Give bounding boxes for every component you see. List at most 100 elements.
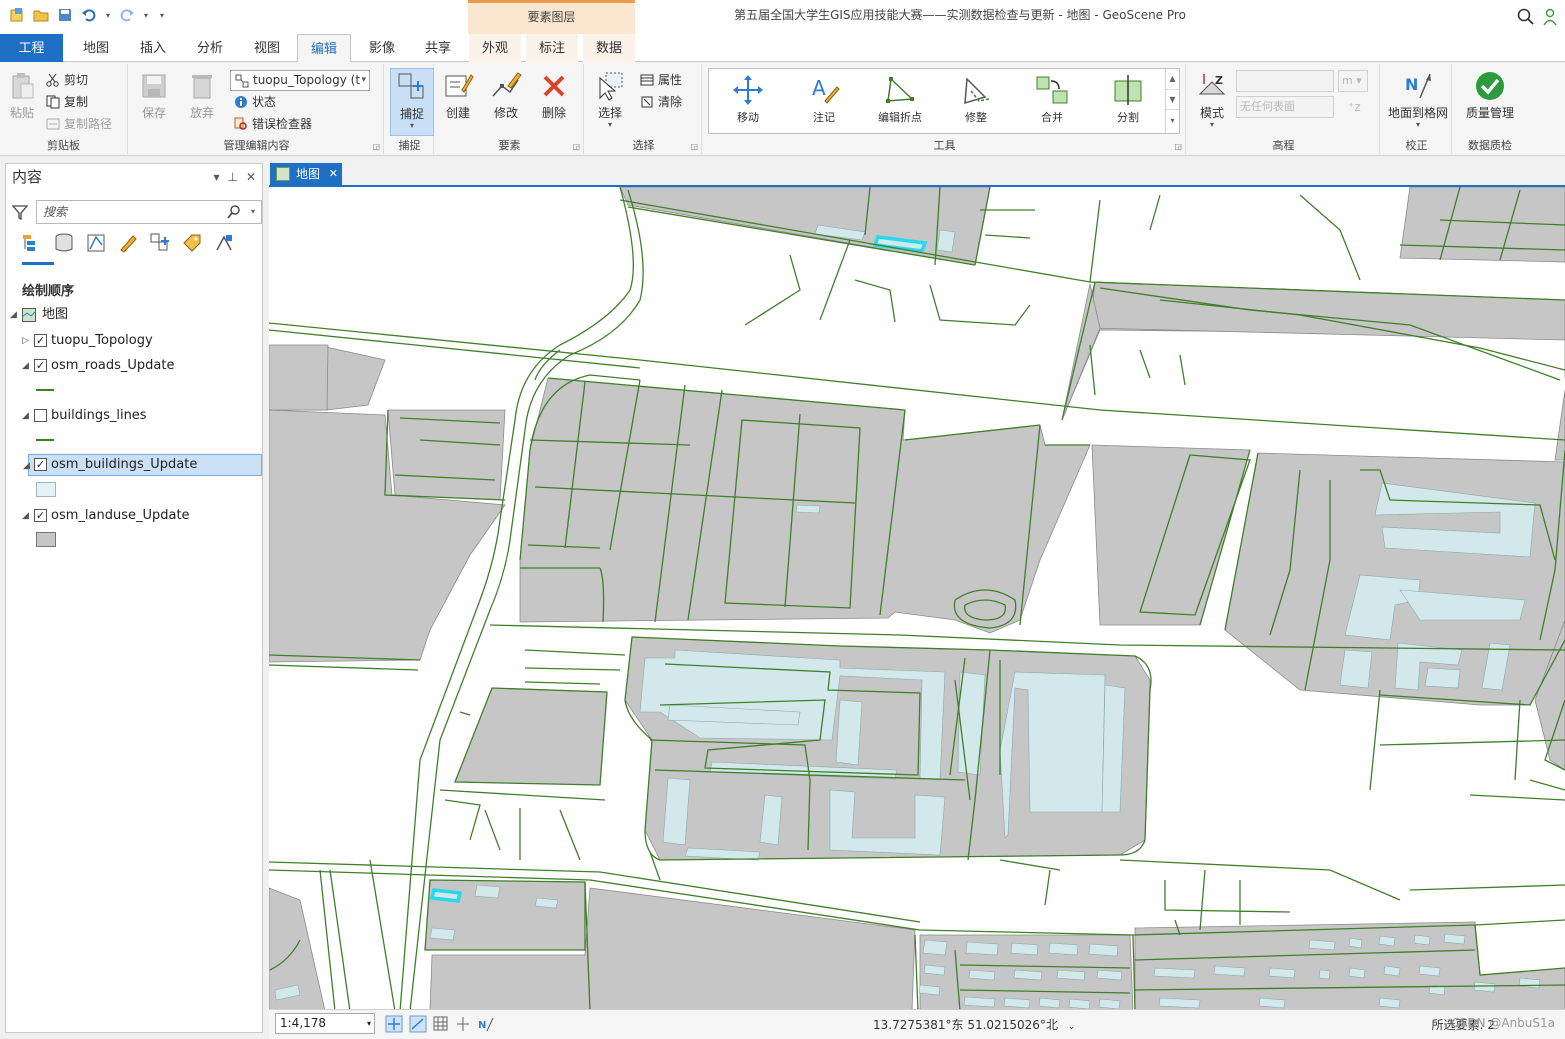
building[interactable] xyxy=(429,927,456,941)
collapse-icon[interactable]: ◢ xyxy=(23,455,33,477)
building[interactable] xyxy=(1418,965,1441,977)
building[interactable] xyxy=(957,671,986,776)
correction-toggle-icon[interactable]: N xyxy=(477,1015,495,1033)
close-icon[interactable]: ✕ xyxy=(246,164,256,190)
edit-vertices-tool[interactable]: 编辑折点 xyxy=(865,73,935,125)
layer-row-buildings-update[interactable]: ◢ ✓ osm_buildings_Update xyxy=(23,454,262,476)
building[interactable] xyxy=(1518,977,1541,989)
search-input[interactable]: 搜索 ▾ xyxy=(36,200,262,224)
map-view-tab[interactable]: 地图 ✕ xyxy=(270,163,342,185)
layer-row-landuse[interactable]: ◢ ✓ osm_landuse_Update xyxy=(6,505,262,527)
building[interactable] xyxy=(1213,965,1246,977)
building[interactable] xyxy=(1158,997,1201,1009)
discard-edits-button[interactable]: 放弃 xyxy=(180,68,224,121)
building[interactable] xyxy=(1348,967,1366,979)
building[interactable] xyxy=(1038,997,1061,1009)
pin-icon[interactable]: ⊥ xyxy=(227,164,237,190)
snap-button[interactable]: 捕捉 ▾ xyxy=(390,68,434,136)
editing-view-icon[interactable] xyxy=(118,232,138,254)
save-edits-button[interactable]: 保存 xyxy=(132,68,176,121)
redo-dropdown-icon[interactable]: ▾ xyxy=(142,6,150,24)
building[interactable] xyxy=(1339,649,1373,689)
charts-view-icon[interactable] xyxy=(214,232,234,254)
building[interactable] xyxy=(1068,998,1091,1009)
building[interactable] xyxy=(1153,967,1196,979)
paste-button[interactable]: 粘贴 xyxy=(0,68,44,121)
close-icon[interactable]: ✕ xyxy=(329,163,338,185)
labeling-view-icon[interactable] xyxy=(182,232,202,254)
building[interactable] xyxy=(835,699,863,766)
chevron-down-icon[interactable]: ⌄ xyxy=(1068,1022,1076,1032)
ground-to-grid-button[interactable]: N 地面到格网 ▾ xyxy=(1386,68,1450,129)
building[interactable] xyxy=(1378,997,1401,1009)
cut-button[interactable]: 剪切 xyxy=(46,70,88,90)
data-source-view-icon[interactable] xyxy=(54,232,74,254)
building[interactable] xyxy=(963,996,996,1008)
topology-select[interactable]: tuopu_Topology (t ▾ xyxy=(230,70,370,91)
elevation-mode-button[interactable]: Z 模式 ▾ xyxy=(1190,68,1234,129)
building[interactable] xyxy=(1268,967,1296,979)
collapse-icon[interactable]: ◢ xyxy=(22,355,32,377)
building[interactable] xyxy=(474,884,501,899)
building[interactable] xyxy=(1010,942,1039,956)
layer-visibility-checkbox[interactable]: ✓ xyxy=(34,458,47,471)
tab-imagery[interactable]: 影像 xyxy=(356,34,408,62)
copy-button[interactable]: 复制 xyxy=(46,92,88,112)
snapping-toggle-icon[interactable] xyxy=(385,1015,403,1033)
surface-input[interactable]: 无任何表面 xyxy=(1236,96,1334,118)
selection-view-icon[interactable] xyxy=(86,232,106,254)
building[interactable] xyxy=(1443,933,1466,945)
annotation-tool[interactable]: A 注记 xyxy=(789,73,859,125)
map-canvas[interactable]: .lu { fill: #c6c6c6; stroke: #8a8a8a; st… xyxy=(269,185,1565,1009)
layer-visibility-checkbox[interactable]: ✓ xyxy=(34,509,47,522)
new-project-icon[interactable] xyxy=(8,6,26,24)
landuse-parcel[interactable] xyxy=(1554,389,1565,461)
building[interactable] xyxy=(923,964,946,976)
create-button[interactable]: 创建 xyxy=(436,68,480,121)
tab-appearance[interactable]: 外观 xyxy=(469,34,521,62)
tab-edit[interactable]: 编辑 xyxy=(297,34,351,63)
landuse-parcel[interactable] xyxy=(1134,921,1565,1009)
building[interactable] xyxy=(1413,934,1431,946)
tab-share[interactable]: 共享 xyxy=(412,34,464,62)
selection-launcher-icon[interactable]: ◲ xyxy=(690,142,698,151)
manage-edits-launcher-icon[interactable]: ◲ xyxy=(372,142,380,151)
expand-icon[interactable]: ▷ xyxy=(22,330,32,352)
building[interactable] xyxy=(1383,965,1401,977)
building[interactable] xyxy=(1013,969,1043,981)
tab-insert[interactable]: 插入 xyxy=(127,34,179,62)
map-scale-select[interactable]: 1:4,178 ▾ xyxy=(275,1013,375,1034)
landuse-parcel[interactable] xyxy=(1061,283,1101,421)
user-icon[interactable] xyxy=(1543,8,1557,26)
building[interactable] xyxy=(1424,667,1461,689)
split-tool[interactable]: 分割 xyxy=(1093,73,1163,125)
landuse-parcel[interactable] xyxy=(454,687,608,786)
collapse-icon[interactable]: ◢ xyxy=(22,405,32,427)
reshape-tool[interactable]: 修整 xyxy=(941,73,1011,125)
select-button[interactable]: 选择 ▾ xyxy=(588,68,632,129)
landuse-parcel[interactable] xyxy=(269,344,329,411)
snapping-view-icon[interactable] xyxy=(150,232,170,254)
pane-menu-icon[interactable]: ▾ xyxy=(213,164,219,190)
grid-icon[interactable] xyxy=(433,1015,449,1033)
copy-path-button[interactable]: 复制路径 xyxy=(46,114,112,134)
gallery-down-icon[interactable]: ▼ xyxy=(1166,89,1179,109)
landuse-parcel[interactable] xyxy=(387,409,506,501)
error-inspector-button[interactable]: 错误检查器 xyxy=(234,114,312,134)
tab-view[interactable]: 视图 xyxy=(241,34,293,62)
building[interactable] xyxy=(1258,997,1286,1009)
collapse-icon[interactable]: ◢ xyxy=(10,304,20,326)
delete-button[interactable]: 删除 xyxy=(532,68,576,121)
building[interactable] xyxy=(918,984,941,996)
layer-row-buildings-lines[interactable]: ◢ buildings_lines xyxy=(6,405,262,427)
customize-toolbar-icon[interactable]: ▾ xyxy=(156,6,168,24)
redo-icon[interactable] xyxy=(118,6,136,24)
quality-management-button[interactable]: 质量管理 xyxy=(1458,68,1522,121)
building[interactable] xyxy=(662,777,691,846)
building[interactable] xyxy=(1318,969,1331,980)
grid-snap-icon[interactable] xyxy=(409,1015,427,1033)
layer-row-topology[interactable]: ▷ ✓ tuopu_Topology xyxy=(6,330,262,352)
search-icon[interactable] xyxy=(1517,8,1535,26)
elevation-unit-select[interactable]: m ▾ xyxy=(1338,70,1368,92)
tab-labeling[interactable]: 标注 xyxy=(526,34,578,62)
